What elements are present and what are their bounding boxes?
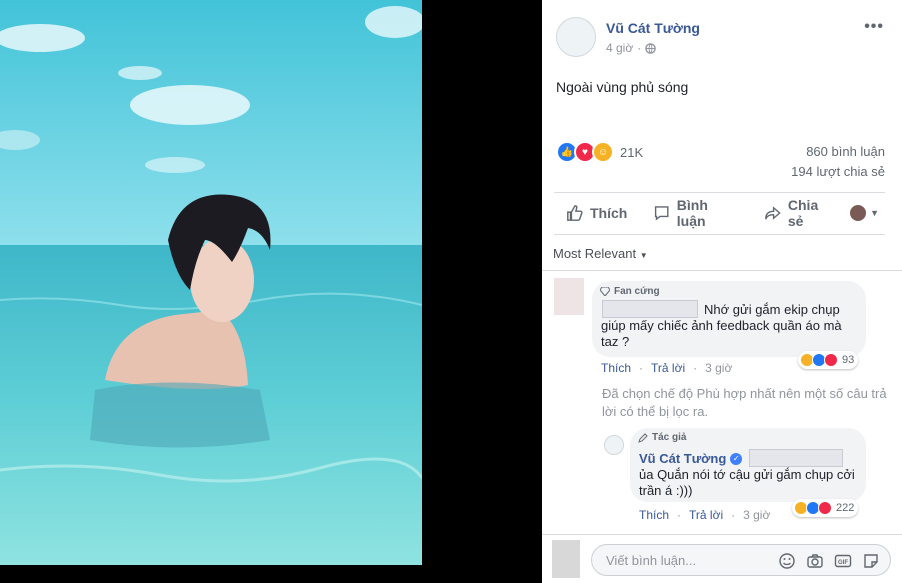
reply-time[interactable]: 3 giờ bbox=[743, 508, 770, 522]
share-button[interactable]: Chia sẻ bbox=[764, 197, 836, 229]
comment-reaction-count[interactable]: 93 bbox=[798, 351, 859, 369]
avatar bbox=[850, 205, 867, 221]
reply-reply-link[interactable]: Trả lời bbox=[689, 508, 723, 522]
like-button-label: Thích bbox=[590, 205, 628, 221]
share-button-label: Chia sẻ bbox=[787, 197, 819, 229]
current-user-avatar bbox=[552, 540, 580, 578]
divider bbox=[542, 534, 902, 535]
sort-label: Most Relevant bbox=[553, 246, 637, 261]
dot-separator: · bbox=[637, 41, 642, 55]
chevron-down-icon: ▼ bbox=[639, 251, 648, 260]
post-time[interactable]: 4 giờ bbox=[606, 41, 633, 55]
blurred-tagged-name[interactable] bbox=[749, 449, 843, 467]
love-reaction-icon bbox=[824, 353, 838, 367]
reply-text-line: ủa Quắn nói tớ cậu gửi gắm chụp cởi bbox=[639, 467, 855, 482]
post-as-selector[interactable]: ▼ bbox=[850, 205, 879, 221]
thumbs-up-icon bbox=[567, 205, 583, 221]
blurred-commenter-name[interactable] bbox=[602, 300, 698, 318]
sort-comments-dropdown[interactable]: Most Relevant ▼ bbox=[553, 246, 648, 261]
divider bbox=[542, 270, 902, 271]
more-options-icon[interactable]: ••• bbox=[864, 18, 884, 36]
share-count[interactable]: 194 lượt chia sẻ bbox=[791, 164, 885, 179]
globe-icon[interactable] bbox=[645, 42, 656, 54]
sticker-icon[interactable] bbox=[862, 552, 880, 570]
post-photo[interactable] bbox=[0, 0, 422, 565]
reply-reaction-count[interactable]: 222 bbox=[792, 499, 859, 517]
pencil-icon bbox=[638, 432, 648, 443]
gif-icon[interactable]: GIF bbox=[834, 552, 852, 570]
post-meta: 4 giờ · bbox=[606, 41, 656, 55]
reaction-number: 93 bbox=[842, 354, 855, 366]
reaction-count: 21K bbox=[620, 144, 644, 160]
reaction-number: 222 bbox=[836, 502, 855, 514]
reply-author-avatar[interactable] bbox=[604, 435, 624, 455]
reaction-summary[interactable]: 👍 ♥ ☺ 21K bbox=[556, 141, 643, 163]
chevron-down-icon: ▼ bbox=[870, 208, 879, 218]
comment-button-label: Bình luận bbox=[676, 197, 708, 229]
comment-like-link[interactable]: Thích bbox=[601, 361, 631, 375]
filter-notice: Đã chọn chế độ Phù hợp nhất nên một số c… bbox=[602, 386, 887, 419]
post-panel: Vũ Cát Tường 4 giờ · ••• Ngoài vùng phủ … bbox=[542, 0, 902, 583]
reply-text-line: trần á :))) bbox=[639, 483, 693, 498]
reply-author[interactable]: Vũ Cát Tường ✓ bbox=[639, 451, 743, 466]
divider bbox=[554, 234, 885, 235]
comment-meta: Thích · Trả lời · 3 giờ bbox=[601, 361, 733, 375]
author-badge: Tác giả bbox=[638, 432, 686, 443]
author-avatar[interactable] bbox=[556, 17, 596, 57]
comment-input[interactable] bbox=[604, 552, 778, 569]
verified-badge-icon: ✓ bbox=[730, 452, 743, 465]
author-badge-label: Tác giả bbox=[652, 432, 687, 443]
author-name[interactable]: Vũ Cát Tường bbox=[606, 20, 700, 36]
haha-reaction-icon: ☺ bbox=[592, 141, 614, 163]
svg-text:GIF: GIF bbox=[838, 560, 848, 566]
reply-author-name: Vũ Cát Tường bbox=[639, 451, 727, 466]
comment-button[interactable]: Bình luận bbox=[653, 197, 738, 229]
diamond-icon bbox=[600, 287, 610, 296]
reply-like-link[interactable]: Thích bbox=[639, 508, 669, 522]
like-button[interactable]: Thích bbox=[566, 204, 627, 222]
fan-badge-label: Fan cứng bbox=[614, 286, 660, 297]
action-bar: Thích Bình luận Chia sẻ ▼ bbox=[554, 197, 885, 229]
share-icon bbox=[765, 206, 782, 220]
comment-text-line: Nhớ gửi gắm ekip chụp bbox=[704, 302, 840, 317]
sea-photo-image bbox=[0, 0, 422, 565]
comment-composer[interactable]: GIF bbox=[591, 544, 891, 576]
camera-icon[interactable] bbox=[806, 552, 824, 570]
comment-text-line: giúp mấy chiếc ảnh feedback quần áo mà bbox=[601, 318, 842, 333]
reply-meta: Thích · Trả lời · 3 giờ bbox=[639, 508, 771, 522]
comment-time[interactable]: 3 giờ bbox=[705, 361, 732, 375]
comment-count[interactable]: 860 bình luận bbox=[806, 144, 885, 159]
comment-icon bbox=[655, 206, 669, 221]
comment-text-line: taz ? bbox=[601, 334, 630, 349]
emoji-icon[interactable] bbox=[778, 552, 796, 570]
fan-badge: Fan cứng bbox=[600, 286, 660, 297]
comment-reply-link[interactable]: Trả lời bbox=[651, 361, 685, 375]
love-reaction-icon bbox=[818, 501, 832, 515]
divider bbox=[554, 192, 885, 193]
post-text: Ngoài vùng phủ sóng bbox=[556, 79, 689, 95]
commenter-avatar[interactable] bbox=[554, 278, 584, 315]
